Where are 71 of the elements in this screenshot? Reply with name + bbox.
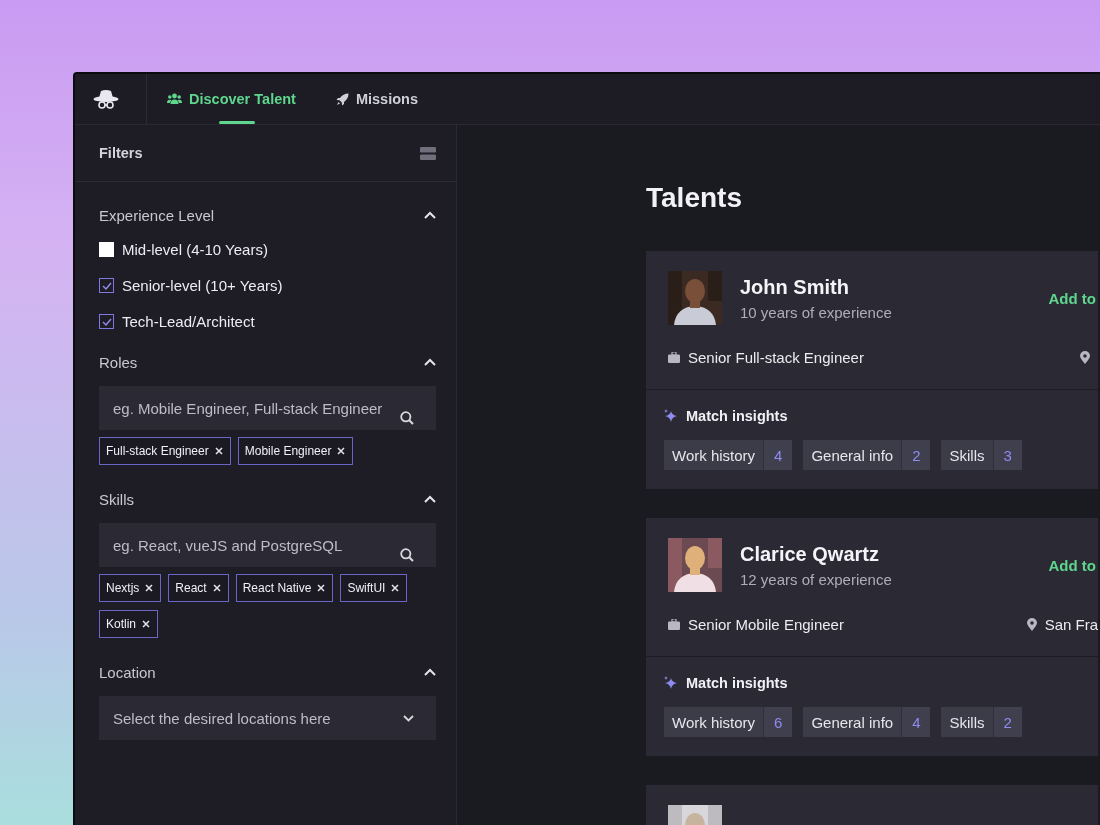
location-pin-icon [1080,350,1090,364]
checkbox-label: Senior-level (10+ Years) [122,277,283,294]
count-badge: 3 [992,440,1022,470]
role-text: Senior Full-stack Engineer [688,348,864,366]
search-field[interactable]: eg. Mobile Engineer, Full-stack Engineer [99,386,436,430]
checkbox[interactable] [99,314,114,329]
role-text: Senior Mobile Engineer [688,615,844,633]
search-icon [400,548,414,562]
chevron-icon[interactable] [424,668,436,676]
add-link[interactable]: Add to [1048,289,1098,307]
insight-chip[interactable]: General info 2 [803,440,931,470]
checkbox[interactable] [99,278,114,293]
chevron-icon[interactable] [424,358,436,366]
close-icon[interactable] [317,584,326,592]
filter-tag[interactable]: React [168,574,229,602]
filter-tag[interactable]: SwiftUI [340,574,408,602]
insight-chip[interactable]: General info 4 [803,707,931,737]
checkbox-label: Mid-level (4-10 Years) [122,241,268,258]
filters-title: Filters [99,145,143,161]
chevron-down-icon [403,714,414,722]
checkbox[interactable] [99,242,114,257]
filter-list-icon[interactable] [420,146,436,160]
insight-chip[interactable]: Skills 2 [941,707,1022,737]
count-badge: 6 [763,707,793,737]
rocket-icon [335,92,349,106]
chevron-icon[interactable] [424,211,436,219]
filter-tag[interactable]: Nextjs [99,574,162,602]
filter-tag[interactable]: Full-stack Engineer [99,437,231,465]
close-icon[interactable] [337,447,346,455]
section-title: Roles [99,353,138,371]
checkbox-label: Tech-Lead/Architect [122,313,255,330]
location-pin-icon [1026,617,1037,631]
close-icon[interactable] [145,584,154,592]
count-badge: 4 [901,707,931,737]
close-icon[interactable] [142,620,151,628]
people-icon [167,93,182,105]
section-title: Location [99,663,156,681]
page-title: Talents [646,181,743,215]
sparkle-icon [664,676,678,690]
section-title: Skills [99,490,134,508]
nav-tab[interactable]: Missions [315,74,418,124]
chevron-icon[interactable] [424,495,436,503]
close-icon[interactable] [214,447,223,455]
filter-tag[interactable]: Kotlin [99,610,159,638]
experience-text: 10 years of experience [740,303,892,321]
insights-title: Match insights [686,675,788,691]
insight-chip[interactable]: Skills 3 [941,440,1022,470]
search-field[interactable]: eg. React, vueJS and PostgreSQL [99,523,436,567]
search-icon [400,411,414,425]
location-select[interactable]: Select the desired locations here [99,696,436,740]
location-text: San Fra [1044,615,1098,633]
briefcase-icon [668,351,680,363]
close-icon[interactable] [391,584,400,592]
hat-glasses-logo-icon [92,89,119,109]
close-icon[interactable] [212,584,221,592]
count-badge: 2 [992,707,1022,737]
filter-tag[interactable]: Mobile Engineer [237,437,354,465]
filter-tag[interactable]: React Native [235,574,334,602]
insight-chip[interactable]: Work history 4 [664,440,793,470]
insight-chip[interactable]: Work history 6 [664,707,793,737]
add-link[interactable]: Add to [1048,556,1098,574]
insights-title: Match insights [686,408,788,424]
nav-tab[interactable]: Discover Talent [147,74,296,124]
section-title: Experience Level [99,206,215,224]
count-badge: 2 [901,440,931,470]
sparkle-icon [664,409,678,423]
talent-name[interactable]: Clarice Qwartz [740,542,892,566]
talent-name[interactable]: John Smith [740,275,892,299]
experience-text: 12 years of experience [740,570,892,588]
briefcase-icon [668,618,680,630]
count-badge: 4 [763,440,793,470]
